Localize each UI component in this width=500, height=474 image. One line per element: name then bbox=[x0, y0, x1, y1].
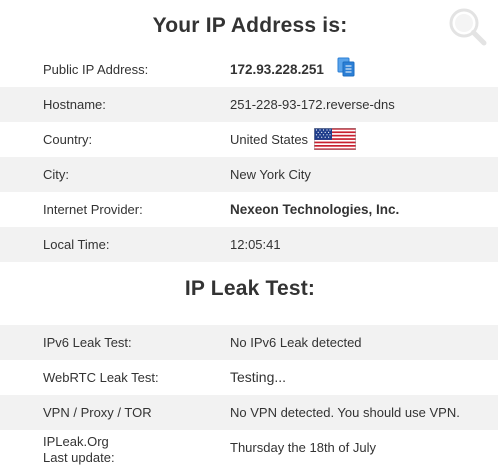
leak-section-title: IP Leak Test: bbox=[184, 277, 316, 300]
table-row-last-update: IPLeak.Org Last update: Thursday the 18t… bbox=[0, 430, 498, 465]
last-update-value: Thursday the 18th of July bbox=[230, 440, 376, 455]
magnifier-logo-icon bbox=[449, 8, 487, 46]
table-row-public-ip: Public IP Address: 172.93.228.251 bbox=[0, 52, 498, 87]
table-row-country: Country: United States bbox=[0, 122, 498, 157]
city-value: New York City bbox=[230, 167, 311, 182]
public-ip-label: Public IP Address: bbox=[43, 62, 149, 77]
ipv6-value: No IPv6 Leak detected bbox=[230, 335, 362, 350]
country-label: Country: bbox=[43, 132, 93, 147]
public-ip-value: 172.93.228.251 bbox=[230, 62, 324, 77]
hostname-value: 251-228-93-172.reverse-dns bbox=[230, 97, 395, 112]
table-row-hostname: Hostname: 251-228-93-172.reverse-dns bbox=[0, 87, 498, 122]
isp-value: Nexeon Technologies, Inc. bbox=[230, 202, 400, 217]
table-row-isp: Internet Provider: Nexeon Technologies, … bbox=[0, 192, 498, 227]
us-flag-icon bbox=[314, 127, 357, 150]
webrtc-value: Testing... bbox=[230, 369, 287, 385]
last-update-label-line2: Last update: bbox=[43, 450, 115, 465]
country-value-cell: United States bbox=[230, 122, 357, 157]
table-row-local-time: Local Time: 12:05:41 bbox=[0, 227, 498, 262]
local-time-value: 12:05:41 bbox=[230, 237, 281, 252]
vpn-label: VPN / Proxy / TOR bbox=[43, 405, 152, 420]
city-label: City: bbox=[43, 167, 69, 182]
table-row-ipv6: IPv6 Leak Test: No IPv6 Leak detected bbox=[0, 325, 498, 360]
ip-section-title: Your IP Address is: bbox=[152, 14, 348, 37]
copy-icon[interactable] bbox=[337, 57, 355, 77]
isp-label: Internet Provider: bbox=[43, 202, 143, 217]
table-row-vpn: VPN / Proxy / TOR No VPN detected. You s… bbox=[0, 395, 498, 430]
country-value: United States bbox=[230, 132, 309, 147]
leak-test-table: IPv6 Leak Test: No IPv6 Leak detected We… bbox=[0, 325, 498, 465]
table-row-webrtc: WebRTC Leak Test: Testing... bbox=[0, 360, 498, 395]
ip-info-table: Public IP Address: 172.93.228.251 Hostna… bbox=[0, 52, 498, 262]
table-row-city: City: New York City bbox=[0, 157, 498, 192]
vpn-value: No VPN detected. You should use VPN. bbox=[230, 405, 460, 420]
ipv6-label: IPv6 Leak Test: bbox=[43, 335, 132, 350]
public-ip-value-cell: 172.93.228.251 bbox=[230, 52, 355, 87]
hostname-label: Hostname: bbox=[43, 97, 106, 112]
local-time-label: Local Time: bbox=[43, 237, 110, 252]
last-update-label-line1: IPLeak.Org bbox=[43, 434, 109, 449]
last-update-label: IPLeak.Org Last update: bbox=[43, 434, 115, 466]
webrtc-label: WebRTC Leak Test: bbox=[43, 370, 159, 385]
